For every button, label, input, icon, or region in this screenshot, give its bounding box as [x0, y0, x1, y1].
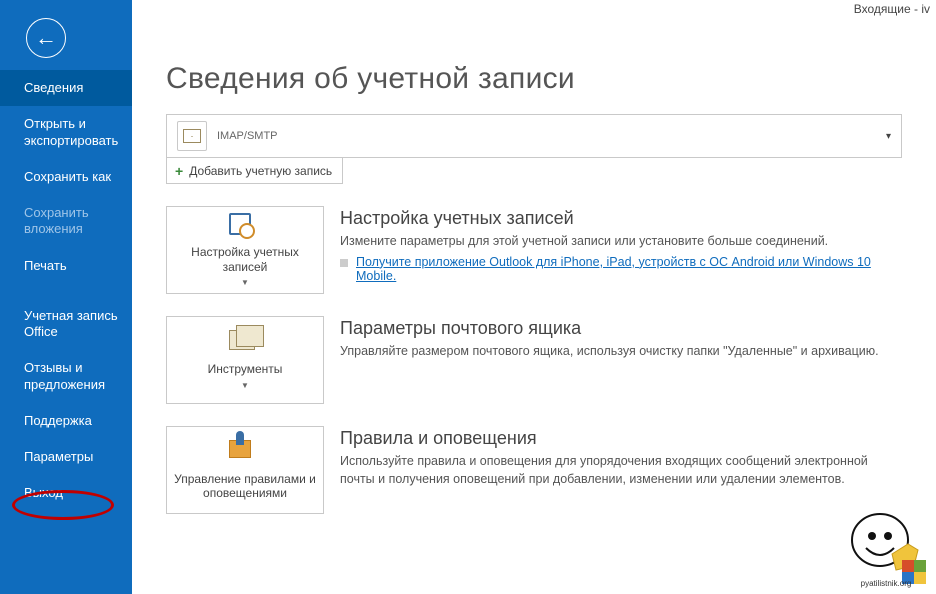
account-type-icon [177, 121, 207, 151]
tools-icon [229, 330, 255, 350]
sidebar-item-label: Сохранить как [24, 169, 111, 184]
account-settings-button[interactable]: Настройка учетных записей ▼ [166, 206, 324, 294]
section-title: Параметры почтового ящика [340, 318, 902, 339]
sidebar-item-support[interactable]: Поддержка [0, 403, 132, 439]
back-arrow-icon: ← [35, 27, 57, 49]
sidebar-item-save-attachments: Сохранить вложения [0, 195, 132, 248]
section-title: Настройка учетных записей [340, 208, 902, 229]
sidebar-item-label: Открыть и экспортировать [24, 116, 118, 147]
section-account-settings: Настройка учетных записей ▼ Настройка уч… [166, 206, 902, 294]
back-button[interactable]: ← [26, 18, 66, 58]
watermark-text: pyatilistnik.org [840, 579, 932, 588]
tile-label: Инструменты [208, 362, 283, 376]
sidebar-item-options[interactable]: Параметры [0, 439, 132, 475]
tile-label: Управление правилами и оповещениями [173, 472, 317, 501]
add-account-button[interactable]: + Добавить учетную запись [166, 158, 343, 184]
page-title: Сведения об учетной записи [166, 62, 902, 96]
rules-icon [229, 440, 251, 458]
sidebar-item-label: Учетная запись Office [24, 308, 118, 339]
add-account-label: Добавить учетную запись [189, 164, 332, 178]
mobile-app-promo-link[interactable]: Получите приложение Outlook для iPhone, … [356, 255, 902, 283]
tile-label: Настройка учетных записей [173, 245, 317, 274]
sidebar-item-info[interactable]: Сведения [0, 70, 132, 106]
sidebar-item-save-as[interactable]: Сохранить как [0, 159, 132, 195]
envelope-icon [183, 129, 201, 143]
account-settings-icon [229, 213, 251, 235]
account-selector[interactable]: IMAP/SMTP ▾ [166, 114, 902, 158]
watermark-logo: pyatilistnik.org [840, 504, 932, 590]
section-desc: Измените параметры для этой учетной запи… [340, 233, 902, 251]
sidebar-item-print[interactable]: Печать [0, 248, 132, 284]
bullet-icon [340, 259, 348, 267]
section-desc: Используйте правила и оповещения для упо… [340, 453, 902, 488]
chevron-down-icon: ▼ [241, 278, 249, 287]
account-texts: IMAP/SMTP [217, 130, 278, 142]
sidebar-item-exit[interactable]: Выход [0, 475, 132, 511]
plus-icon: + [175, 163, 183, 179]
account-protocol: IMAP/SMTP [217, 130, 278, 142]
sidebar-item-label: Параметры [24, 449, 93, 464]
tools-button[interactable]: Инструменты ▼ [166, 316, 324, 404]
section-title: Правила и оповещения [340, 428, 902, 449]
sidebar-item-label: Сведения [24, 80, 83, 95]
section-rules-alerts: Управление правилами и оповещениями Прав… [166, 426, 902, 514]
section-mailbox-settings: Инструменты ▼ Параметры почтового ящика … [166, 316, 902, 404]
chevron-down-icon: ▼ [241, 381, 249, 390]
section-desc: Управляйте размером почтового ящика, исп… [340, 343, 902, 361]
sidebar-item-feedback[interactable]: Отзывы и предложения [0, 350, 132, 403]
main-content: Сведения об учетной записи IMAP/SMTP ▾ +… [132, 0, 936, 594]
sidebar-item-open-export[interactable]: Открыть и экспортировать [0, 106, 132, 159]
sidebar-item-label: Сохранить вложения [24, 205, 89, 236]
backstage-sidebar: ← Сведения Открыть и экспортировать Сохр… [0, 0, 132, 594]
sidebar-item-label: Поддержка [24, 413, 92, 428]
chevron-down-icon: ▾ [886, 131, 891, 142]
rules-alerts-button[interactable]: Управление правилами и оповещениями [166, 426, 324, 514]
sidebar-item-label: Печать [24, 258, 67, 273]
sidebar-item-label: Отзывы и предложения [24, 360, 105, 391]
sidebar-item-office-account[interactable]: Учетная запись Office [0, 298, 132, 351]
sidebar-item-label: Выход [24, 485, 63, 500]
